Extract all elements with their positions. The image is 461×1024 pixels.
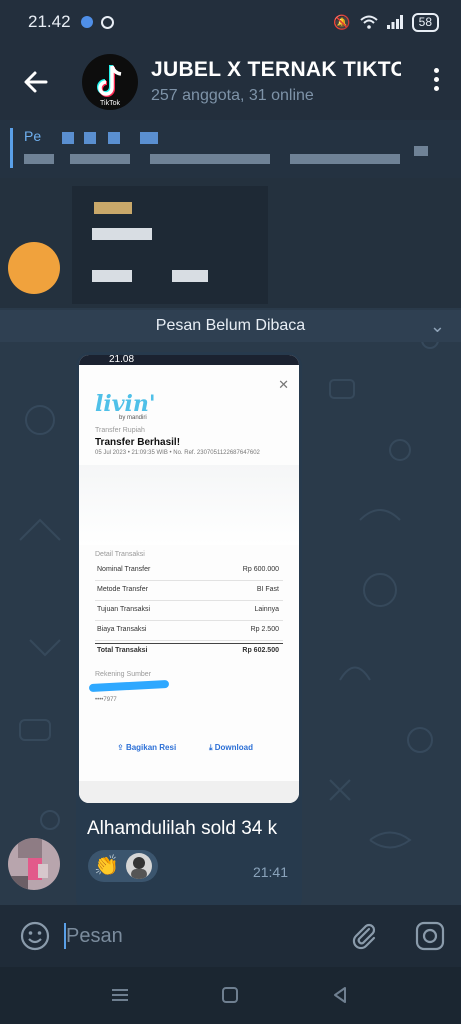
back-nav-icon[interactable]: [330, 985, 350, 1005]
transfer-meta: 05 Jul 2023 • 21:09:35 WIB • No. Ref. 23…: [95, 450, 260, 456]
previous-message[interactable]: [0, 178, 461, 308]
chevron-down-icon[interactable]: ⌄: [430, 310, 445, 342]
message-input[interactable]: [66, 919, 336, 953]
blur-block: [290, 154, 400, 164]
blur-block: [414, 146, 428, 156]
unread-divider: Pesan Belum Dibaca ⌄: [0, 310, 461, 342]
blurred-recipient: [79, 465, 299, 545]
transfer-receipt-image[interactable]: 21.08 ✕ livin' by mandiri Transfer Rupia…: [79, 355, 299, 803]
wifi-icon: [359, 15, 378, 29]
settings-notification-icon: [80, 16, 93, 28]
chat-subtitle: 257 anggota, 31 online: [151, 87, 314, 104]
blur-block: [24, 154, 54, 164]
blur-block: [62, 132, 74, 144]
details-label: Detail Transaksi: [95, 551, 145, 558]
reaction-chip[interactable]: 👏: [88, 850, 158, 882]
reactor-avatar: [126, 853, 152, 879]
message-composer: [0, 905, 461, 967]
transfer-headline: Transfer Berhasil!: [95, 437, 181, 448]
chat-area[interactable]: Pe Pesan Belum Dibaca ⌄ 21.08 ✕ livin' b…: [0, 120, 461, 905]
emoji-icon[interactable]: [20, 921, 50, 951]
clapping-hands-icon: 👏: [94, 855, 119, 877]
tiktok-logo-icon: TikTok: [97, 65, 122, 107]
transfer-type: Transfer Rupiah: [95, 427, 145, 434]
battery-icon: 58: [411, 12, 439, 32]
blur-block: [70, 154, 130, 164]
receipt-actions: ⇪ Bagikan Resi ⤓ Download: [79, 733, 299, 769]
receipt-close-icon: ✕: [278, 377, 289, 392]
receipt-row: Nominal Transfer Rp 600.000: [95, 563, 283, 581]
message-caption: Alhamdulilah sold 34 k: [87, 818, 278, 839]
blur-block: [172, 270, 208, 282]
chat-title[interactable]: JUBEL X TERNAK TIKTOK: [151, 58, 401, 82]
livin-logo-sub: by mandiri: [119, 415, 147, 421]
system-nav-bar: [0, 967, 461, 1024]
blur-block: [150, 154, 270, 164]
blur-block: [84, 132, 96, 144]
message-time: 21:41: [252, 864, 288, 880]
sender-avatar[interactable]: [8, 838, 60, 890]
receipt-footer: [79, 781, 299, 803]
camera-icon[interactable]: [415, 921, 445, 951]
back-arrow-icon[interactable]: [18, 64, 54, 100]
blur-block: [140, 132, 158, 144]
more-options-icon[interactable]: [431, 68, 441, 98]
download-receipt-label: ⤓ Download: [209, 743, 253, 752]
paperclip-icon[interactable]: [349, 921, 379, 951]
previous-message-bubble: [72, 186, 268, 304]
photo-message-bubble[interactable]: 21.08 ✕ livin' by mandiri Transfer Rupia…: [76, 352, 302, 905]
blur-block: [108, 132, 120, 144]
redaction-scribble: [88, 679, 170, 693]
home-icon[interactable]: [220, 985, 240, 1005]
blur-block: [94, 202, 132, 214]
pinned-label: Pe: [24, 128, 42, 144]
signal-icon: [386, 15, 403, 29]
blur-block: [92, 270, 132, 282]
receipt-row: Metode Transfer BI Fast: [95, 583, 283, 601]
mute-icon: 🔕: [333, 13, 351, 30]
blur-block: [92, 228, 152, 240]
chat-header: TikTok JUBEL X TERNAK TIKTOK 257 anggota…: [0, 44, 461, 120]
messenger-notification-icon: [100, 15, 114, 29]
member-avatar[interactable]: [8, 242, 60, 294]
source-account-label: Rekening Sumber: [95, 671, 152, 678]
unread-divider-label: Pesan Belum Dibaca: [155, 317, 306, 334]
source-account: ••••7977: [95, 697, 117, 703]
pinned-message-bar[interactable]: Pe: [0, 120, 461, 178]
livin-logo: livin': [95, 391, 156, 417]
receipt-row: Biaya Transaksi Rp 2.500: [95, 623, 283, 641]
recent-apps-icon[interactable]: [110, 985, 130, 1005]
receipt-total-row: Total Transaksi Rp 602.500: [95, 643, 283, 661]
status-bar: 21.42 🔕 58: [0, 0, 461, 44]
tiktok-avatar-text: TikTok: [100, 100, 120, 107]
receipt-status-bar: 21.08: [79, 355, 299, 365]
pinned-indicator: [10, 128, 13, 168]
group-avatar[interactable]: TikTok: [82, 54, 138, 110]
status-time: 21.42: [28, 12, 71, 31]
share-receipt-label: ⇪ Bagikan Resi: [117, 743, 177, 752]
receipt-row: Tujuan Transaksi Lainnya: [95, 603, 283, 621]
